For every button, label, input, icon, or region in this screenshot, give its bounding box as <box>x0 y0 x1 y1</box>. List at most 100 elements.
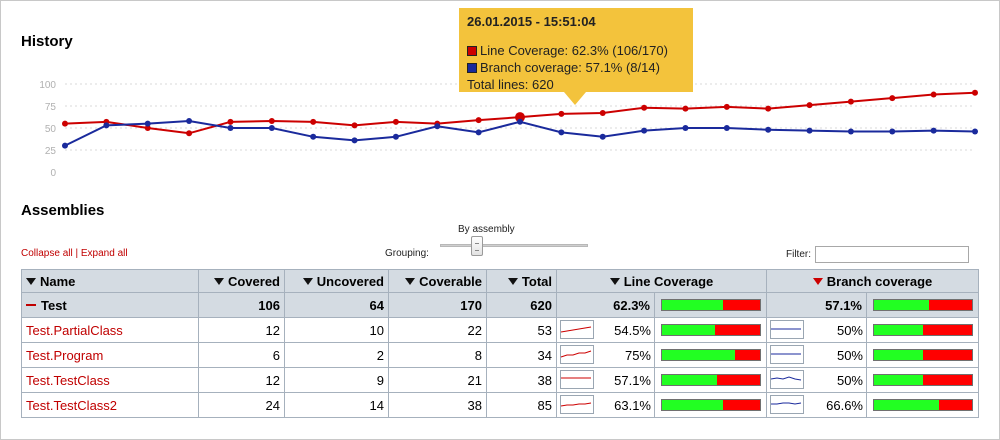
uncovered-cell: 2 <box>284 342 389 368</box>
class-link[interactable]: Test.TestClass <box>26 373 110 388</box>
data-point <box>268 125 275 131</box>
sort-desc-icon <box>302 277 313 285</box>
sort-active-icon <box>812 277 823 285</box>
line-coverage-sparkline <box>560 395 594 414</box>
branch-coverage-percent: 57.1% <box>766 292 867 318</box>
line-coverage-percent: 75% <box>624 347 651 363</box>
uncovered-fill <box>723 400 760 410</box>
covered-fill <box>873 400 939 410</box>
line-coverage-sparkline <box>560 345 594 364</box>
data-point <box>682 125 689 131</box>
sort-desc-icon <box>26 277 36 285</box>
covered-fill <box>873 375 923 385</box>
total-cell: 620 <box>486 292 557 318</box>
branch-coverage-bar-cell <box>866 392 979 418</box>
data-point <box>392 133 399 140</box>
chart-tooltip: 26.01.2015 - 15:51:04 Line Coverage: 62.… <box>459 8 693 92</box>
data-point <box>847 98 854 105</box>
line-coverage-bar <box>660 349 761 361</box>
table-row: Test.PartialClass 12 10 22 53 54.5% 50% <box>21 317 979 343</box>
table-row: Test.TestClass 12 9 21 38 57.1% 50% <box>21 367 979 393</box>
table-row-total: Test 106 64 170 620 62.3% 57.1% <box>21 292 979 318</box>
y-tick-label: 0 <box>50 168 56 179</box>
class-link[interactable]: Test.Program <box>26 348 103 363</box>
column-header-uncovered[interactable]: Uncovered <box>284 269 389 293</box>
branch-coverage-bar-cell <box>866 342 979 368</box>
grouping-value: By assembly <box>458 224 515 235</box>
branch-coverage-bar <box>872 399 973 411</box>
data-point <box>641 127 648 134</box>
data-point <box>351 122 358 129</box>
coverable-cell: 8 <box>388 342 487 368</box>
grouping-slider-track[interactable] <box>440 244 588 247</box>
line-coverage-percent: 54.5% <box>614 322 651 338</box>
covered-cell: 12 <box>198 367 285 393</box>
branch-coverage-swatch <box>467 63 477 73</box>
tooltip-pointer <box>564 92 586 105</box>
branch-coverage-bar-cell <box>866 367 979 393</box>
uncovered-fill <box>735 350 760 360</box>
grouping-slider-handle[interactable] <box>471 236 483 256</box>
tooltip-line-coverage: Line Coverage: 62.3% (106/170) <box>480 43 668 58</box>
data-point <box>558 110 565 117</box>
covered-fill <box>661 325 715 335</box>
tooltip-total-lines: Total lines: 620 <box>467 77 554 92</box>
covered-cell: 106 <box>198 292 285 318</box>
sparkline-frame <box>560 370 594 389</box>
assemblies-title: Assemblies <box>21 202 105 219</box>
line-coverage-cell: 54.5% <box>556 317 655 343</box>
covered-fill <box>661 400 724 410</box>
branch-coverage-percent: 50% <box>836 372 863 388</box>
column-header-line-coverage[interactable]: Line Coverage <box>556 269 767 293</box>
line-coverage-swatch <box>467 46 477 56</box>
uncovered-fill <box>929 300 972 310</box>
data-point <box>723 103 730 110</box>
uncovered-fill <box>722 300 760 310</box>
data-point <box>889 95 896 102</box>
line-coverage-bar <box>660 324 761 336</box>
line-coverage-percent: 62.3% <box>556 292 655 318</box>
uncovered-cell: 9 <box>284 367 389 393</box>
coverable-cell: 38 <box>388 392 487 418</box>
table-row: Test.TestClass2 24 14 38 85 63.1% 66.6% <box>21 392 979 418</box>
expand-all-link[interactable]: Expand all <box>81 248 128 259</box>
covered-fill <box>873 350 923 360</box>
branch-coverage-sparkline <box>770 370 804 389</box>
data-point <box>62 142 68 149</box>
column-header-covered[interactable]: Covered <box>198 269 285 293</box>
column-header-coverable[interactable]: Coverable <box>388 269 487 293</box>
data-point <box>310 118 317 125</box>
class-name-cell: Test.TestClass <box>21 367 199 393</box>
covered-fill <box>873 300 930 310</box>
line-coverage-bar-cell <box>654 292 767 318</box>
branch-coverage-bar <box>872 324 973 336</box>
data-point <box>806 102 813 109</box>
sort-desc-icon <box>609 277 620 285</box>
tooltip-date: 26.01.2015 - 15:51:04 <box>467 14 596 29</box>
branch-coverage-cell: 50% <box>766 367 867 393</box>
data-point <box>930 91 937 98</box>
data-point <box>434 123 441 130</box>
class-name-cell: Test.TestClass2 <box>21 392 199 418</box>
uncovered-fill <box>922 375 972 385</box>
covered-fill <box>873 325 923 335</box>
covered-fill <box>661 375 718 385</box>
column-header-branch-coverage[interactable]: Branch coverage <box>766 269 979 293</box>
column-header-name[interactable]: Name <box>21 269 199 293</box>
data-point <box>641 104 648 111</box>
line-coverage-bar-cell <box>654 392 767 418</box>
data-point <box>475 117 482 124</box>
data-point <box>972 89 978 96</box>
column-header-total[interactable]: Total <box>486 269 557 293</box>
class-link[interactable]: Test.PartialClass <box>26 323 123 338</box>
line-coverage-bar-cell <box>654 317 767 343</box>
collapse-all-link[interactable]: Collapse all <box>21 248 73 259</box>
collapse-icon[interactable] <box>26 303 36 306</box>
uncovered-fill <box>717 375 760 385</box>
branch-coverage-sparkline <box>770 345 804 364</box>
data-point <box>144 120 151 127</box>
line-coverage-bar-cell <box>654 367 767 393</box>
branch-coverage-bar <box>872 374 973 386</box>
class-link[interactable]: Test.TestClass2 <box>26 398 117 413</box>
filter-input[interactable] <box>815 246 969 263</box>
